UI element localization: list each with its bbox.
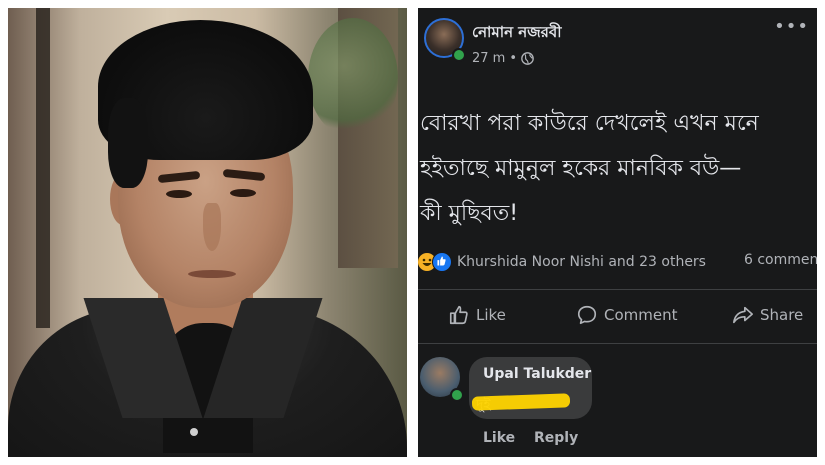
- post-time[interactable]: 27 m: [472, 51, 505, 66]
- post-meta: 27 m •: [472, 51, 534, 66]
- shirt-button: [190, 428, 198, 436]
- comment-button[interactable]: Comment: [576, 304, 678, 326]
- comment-author[interactable]: Upal Talukder: [483, 366, 591, 382]
- facebook-post: নোমান নজরবী 27 m • ••• বোরখা পরা কাউরে দ…: [418, 8, 817, 457]
- divider-bottom: [418, 343, 817, 344]
- background-beam: [36, 8, 50, 328]
- like-button[interactable]: Like: [448, 304, 506, 326]
- sideburn: [108, 98, 148, 188]
- comment-label: Comment: [604, 306, 678, 324]
- nose: [203, 203, 221, 251]
- globe-icon: [521, 52, 534, 65]
- comment-like-button[interactable]: Like: [483, 430, 515, 446]
- eye-left: [166, 190, 192, 198]
- commenter-online-indicator: [450, 388, 464, 402]
- thumbs-up-icon: [449, 305, 468, 325]
- comments-count[interactable]: 6 comments: [744, 252, 817, 268]
- share-button[interactable]: Share: [732, 304, 803, 326]
- more-icon[interactable]: •••: [774, 16, 809, 37]
- comment-icon: [577, 305, 597, 325]
- post-text: বোরখা পরা কাউরে দেখলেই এখন মনে হইতাছে মা…: [420, 111, 759, 226]
- like-label: Like: [476, 306, 506, 324]
- online-indicator: [452, 48, 466, 62]
- post-author[interactable]: নোমান নজরবী: [472, 21, 562, 46]
- share-icon: [733, 306, 753, 324]
- portrait-photo: [8, 8, 407, 457]
- share-label: Share: [760, 306, 804, 324]
- meta-separator: •: [509, 51, 518, 66]
- background-plant: [308, 18, 398, 138]
- mouth: [188, 270, 236, 278]
- reactors-text[interactable]: Khurshida Noor Nishi and 23 others: [457, 254, 706, 270]
- comment-reply-button[interactable]: Reply: [534, 430, 578, 446]
- eye-right: [230, 189, 256, 197]
- like-reaction-icon: [432, 252, 452, 272]
- reactions-summary[interactable]: Khurshida Noor Nishi and 23 others: [418, 252, 706, 272]
- divider-top: [418, 289, 817, 290]
